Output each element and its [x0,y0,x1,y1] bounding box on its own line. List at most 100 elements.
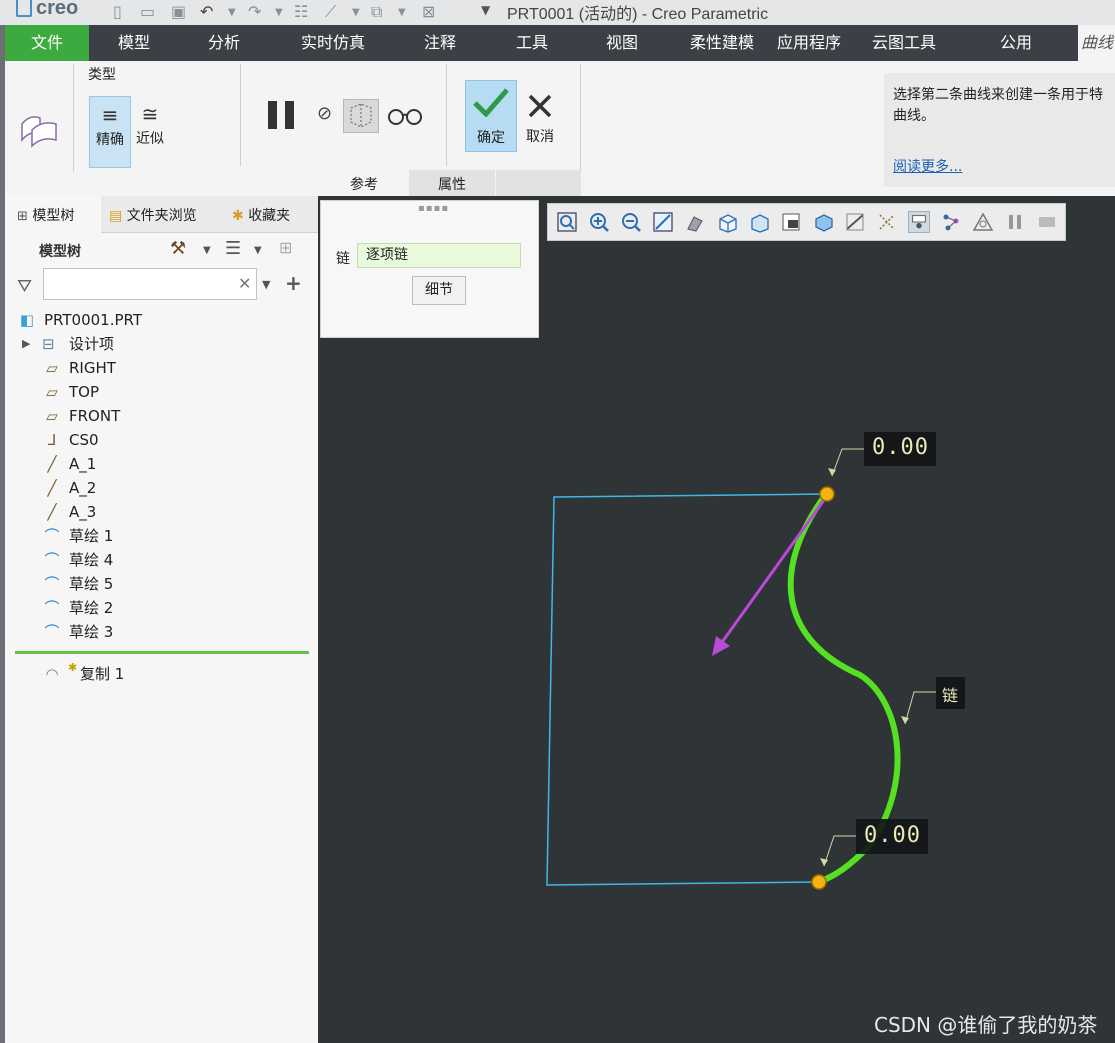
undo-icon[interactable]: ↶ [200,2,213,21]
tab-strip-filler [496,170,581,196]
tab-file[interactable]: 文件 [5,25,89,61]
tree-item-csys[interactable]: ⅃ CS0 [42,428,302,452]
folder-browser-tab[interactable]: ▤ 文件夹浏览 [109,205,197,225]
dimension-top-value[interactable]: 0.00 [872,435,929,460]
preview-geometry-icon[interactable] [343,99,379,133]
cancel-button[interactable]: 取消 [517,80,563,150]
redo-icon[interactable]: ↷ [248,2,261,21]
tree-item-sketch[interactable]: ⌒ 草绘 1 [42,524,302,548]
favorites-tab-label: 收藏夹 [248,208,291,224]
window-dropdown-icon[interactable]: ▼ [398,7,406,18]
no-symbol-icon[interactable]: ⊘ [317,103,332,124]
close-window-icon[interactable]: ⊠ [422,2,435,21]
model-tree-title: 模型树 [39,244,81,260]
sketch-icon: ⌒ [44,599,60,617]
chain-tag-label[interactable]: 链 [942,682,958,706]
csys-display-icon[interactable] [972,211,994,233]
tree-item-sketch[interactable]: ⌒ 草绘 4 [42,548,302,572]
tab-references[interactable]: 参考 [320,170,408,196]
pause-icon[interactable] [266,100,298,130]
tree-item-design-items[interactable]: ▶ ⊟ 设计项 [22,332,302,356]
start-point-handle[interactable] [819,486,835,502]
spin-center-icon[interactable] [1036,211,1058,233]
chain-collector[interactable]: 逐项链 [357,243,521,268]
redo-dropdown-icon[interactable]: ▼ [275,7,283,18]
direction-arrow-icon[interactable] [712,636,730,656]
tab-live-simulation[interactable]: 实时仿真 [287,25,379,61]
annotation-display-icon[interactable] [908,211,930,233]
view-manager-icon[interactable] [748,211,770,233]
undo-dropdown-icon[interactable]: ▼ [228,7,236,18]
sketch-outline [546,493,827,886]
tree-item-front-plane[interactable]: ▱ FRONT [42,404,302,428]
ruler-icon[interactable]: ⟋ [325,2,336,22]
read-more-link[interactable]: 阅读更多... [893,156,962,176]
dimension-bottom-value[interactable]: 0.00 [864,823,921,848]
tree-item-label: A_1 [69,455,97,473]
perspective-view-icon[interactable] [780,211,802,233]
plane-display-icon[interactable] [844,211,866,233]
tree-item-axis[interactable]: ╱ A_2 [42,476,302,500]
approx-button[interactable]: ≅ 近似 [131,96,169,166]
tree-item-top-plane[interactable]: ▱ TOP [42,380,302,404]
search-dropdown-icon[interactable]: ▼ [262,278,270,291]
section-icon[interactable] [812,211,834,233]
zoom-in-icon[interactable] [588,211,610,233]
tree-search-input[interactable] [43,268,257,300]
tree-item-new-feature[interactable]: ◠ ✱ 复制 1 [42,661,302,686]
tab-tools[interactable]: 工具 [499,25,565,61]
tree-columns-icon[interactable]: ☰ [225,238,241,259]
tree-item-axis[interactable]: ╱ A_3 [42,500,302,524]
new-file-icon[interactable]: ▯ [113,2,122,21]
add-filter-icon[interactable]: + [285,271,302,295]
clear-search-icon[interactable]: ✕ [238,274,251,293]
tree-item-right-plane[interactable]: ▱ RIGHT [42,356,302,380]
model-tree-tab[interactable]: ⊞ 模型树 [17,205,74,225]
tab-analysis[interactable]: 分析 [191,25,257,61]
tree-item-label: CS0 [69,431,99,449]
datum-display-icon[interactable] [876,211,898,233]
tree-display-icon[interactable]: ⊞ [279,238,292,257]
refit-icon[interactable] [556,211,578,233]
tab-view[interactable]: 视图 [589,25,655,61]
tab-common[interactable]: 公用 [983,25,1049,61]
exact-button[interactable]: ≡ 精确 [89,96,131,168]
tree-item-sketch[interactable]: ⌒ 草绘 2 [42,596,302,620]
regenerate-icon[interactable]: ☷ [294,2,308,21]
tab-properties[interactable]: 属性 [409,170,495,196]
tab-annotate[interactable]: 注释 [407,25,473,61]
tree-item-label: 草绘 5 [69,575,114,593]
zoom-out-icon[interactable] [620,211,642,233]
pause-animation-icon[interactable] [1004,211,1026,233]
tree-root-item[interactable]: ◧ PRT0001.PRT [17,308,297,332]
filter-icon[interactable]: ⛛ [17,276,32,297]
point-display-icon[interactable] [940,211,962,233]
insert-here-indicator[interactable] [15,651,309,654]
tab-curve-active[interactable]: 曲线 [1078,25,1115,61]
tab-cloud-tools[interactable]: 云图工具 [863,25,945,61]
window-icon[interactable]: ⧉ [371,2,382,22]
tab-model[interactable]: 模型 [101,25,167,61]
expand-arrow-icon[interactable]: ▶ [22,332,30,356]
ok-button[interactable]: 确定 [465,80,517,152]
saved-orientations-icon[interactable] [716,211,738,233]
display-style-icon[interactable] [684,211,706,233]
favorites-tab[interactable]: ✱ 收藏夹 [232,205,290,225]
open-file-icon[interactable]: ▭ [140,2,155,21]
tree-settings-dropdown-icon[interactable]: ▼ [203,245,211,256]
tab-applications[interactable]: 应用程序 [767,25,851,61]
tree-settings-icon[interactable]: ⚒ [170,238,186,259]
repaint-icon[interactable] [652,211,674,233]
tree-item-sketch[interactable]: ⌒ 草绘 5 [42,572,302,596]
end-point-handle[interactable] [811,874,827,890]
verify-glasses-icon[interactable] [387,104,423,132]
details-button[interactable]: 细节 [412,276,466,305]
tree-columns-dropdown-icon[interactable]: ▼ [254,245,262,256]
save-icon[interactable]: ▣ [171,2,186,21]
ruler-dropdown-icon[interactable]: ▼ [352,7,360,18]
panel-grip[interactable]: ▪▪▪▪ [418,203,449,214]
tree-item-sketch[interactable]: ⌒ 草绘 3 [42,620,302,644]
customize-dropdown-icon[interactable]: ▼ [481,3,490,17]
tree-item-axis[interactable]: ╱ A_1 [42,452,302,476]
tab-flexible-modeling[interactable]: 柔性建模 [681,25,763,61]
